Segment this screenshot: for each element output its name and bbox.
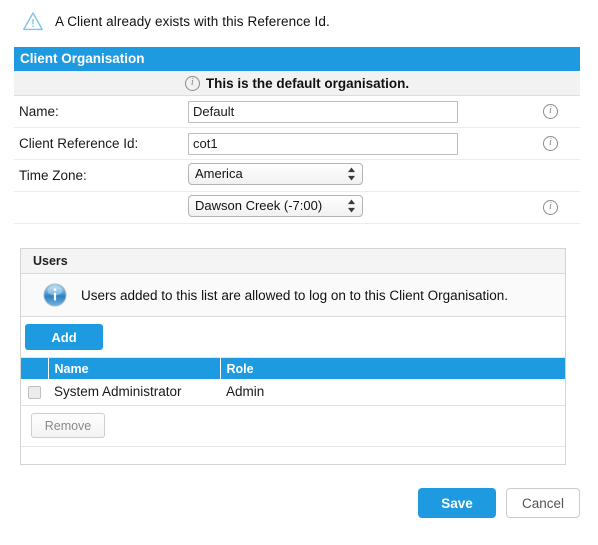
row-name-cell: System Administrator [48,379,220,406]
client-reference-id-info-icon[interactable]: i [543,136,558,151]
client-organisation-panel: Client Organisation i This is the defaul… [14,47,580,224]
time-zone-info-icon[interactable]: i [543,200,558,215]
save-button[interactable]: Save [418,488,496,518]
form-row-time-zone-region: Time Zone: America [14,160,580,192]
table-row: System Administrator Admin [21,379,565,406]
form-row-client-reference-id: Client Reference Id: i [14,128,580,160]
info-circle-icon: i [184,75,200,91]
column-header-role: Role [220,358,565,379]
warning-message: A Client already exists with this Refere… [55,13,330,29]
warning-banner: A Client already exists with this Refere… [0,0,598,42]
name-label: Name: [19,104,59,119]
time-zone-region-select[interactable]: America [188,163,363,185]
client-reference-id-label: Client Reference Id: [19,136,139,151]
default-organisation-note: i This is the default organisation. [14,71,580,96]
users-note: Users added to this list are allowed to … [21,274,565,317]
column-header-select [21,358,49,379]
cancel-button[interactable]: Cancel [506,488,580,518]
time-zone-label: Time Zone: [19,168,87,183]
client-reference-id-input[interactable] [188,132,458,155]
name-info-icon[interactable]: i [543,104,558,119]
info-glossy-icon [43,283,67,307]
time-zone-city-select[interactable]: Dawson Creek (-7:00) [188,195,363,217]
add-row: Add [21,317,565,358]
users-panel-tail [21,446,565,464]
remove-row: Remove [21,406,565,447]
time-zone-city-value: Dawson Creek (-7:00) [188,195,363,217]
row-checkbox[interactable] [28,386,41,400]
row-role-cell: Admin [220,379,565,406]
users-note-text: Users added to this list are allowed to … [81,287,508,303]
add-user-button[interactable]: Add [25,324,103,350]
name-input[interactable] [188,100,458,123]
table-header-row: Name Role [21,358,565,379]
users-table: Name Role System Administrator Admin [21,358,565,406]
row-select-cell [21,379,48,406]
column-header-name: Name [48,358,221,379]
footer-actions: Save Cancel [418,488,580,518]
time-zone-region-value: America [188,163,363,185]
remove-user-button[interactable]: Remove [31,413,105,438]
users-panel-title: Users [21,249,565,274]
panel-title: Client Organisation [14,47,580,71]
users-panel: Users Users added to this list are allow… [20,248,566,465]
warning-triangle-icon [23,12,43,31]
default-organisation-text: This is the default organisation. [205,75,410,91]
form-row-name: Name: i [14,96,580,128]
form-row-time-zone-city: Dawson Creek (-7:00) i [14,192,580,224]
